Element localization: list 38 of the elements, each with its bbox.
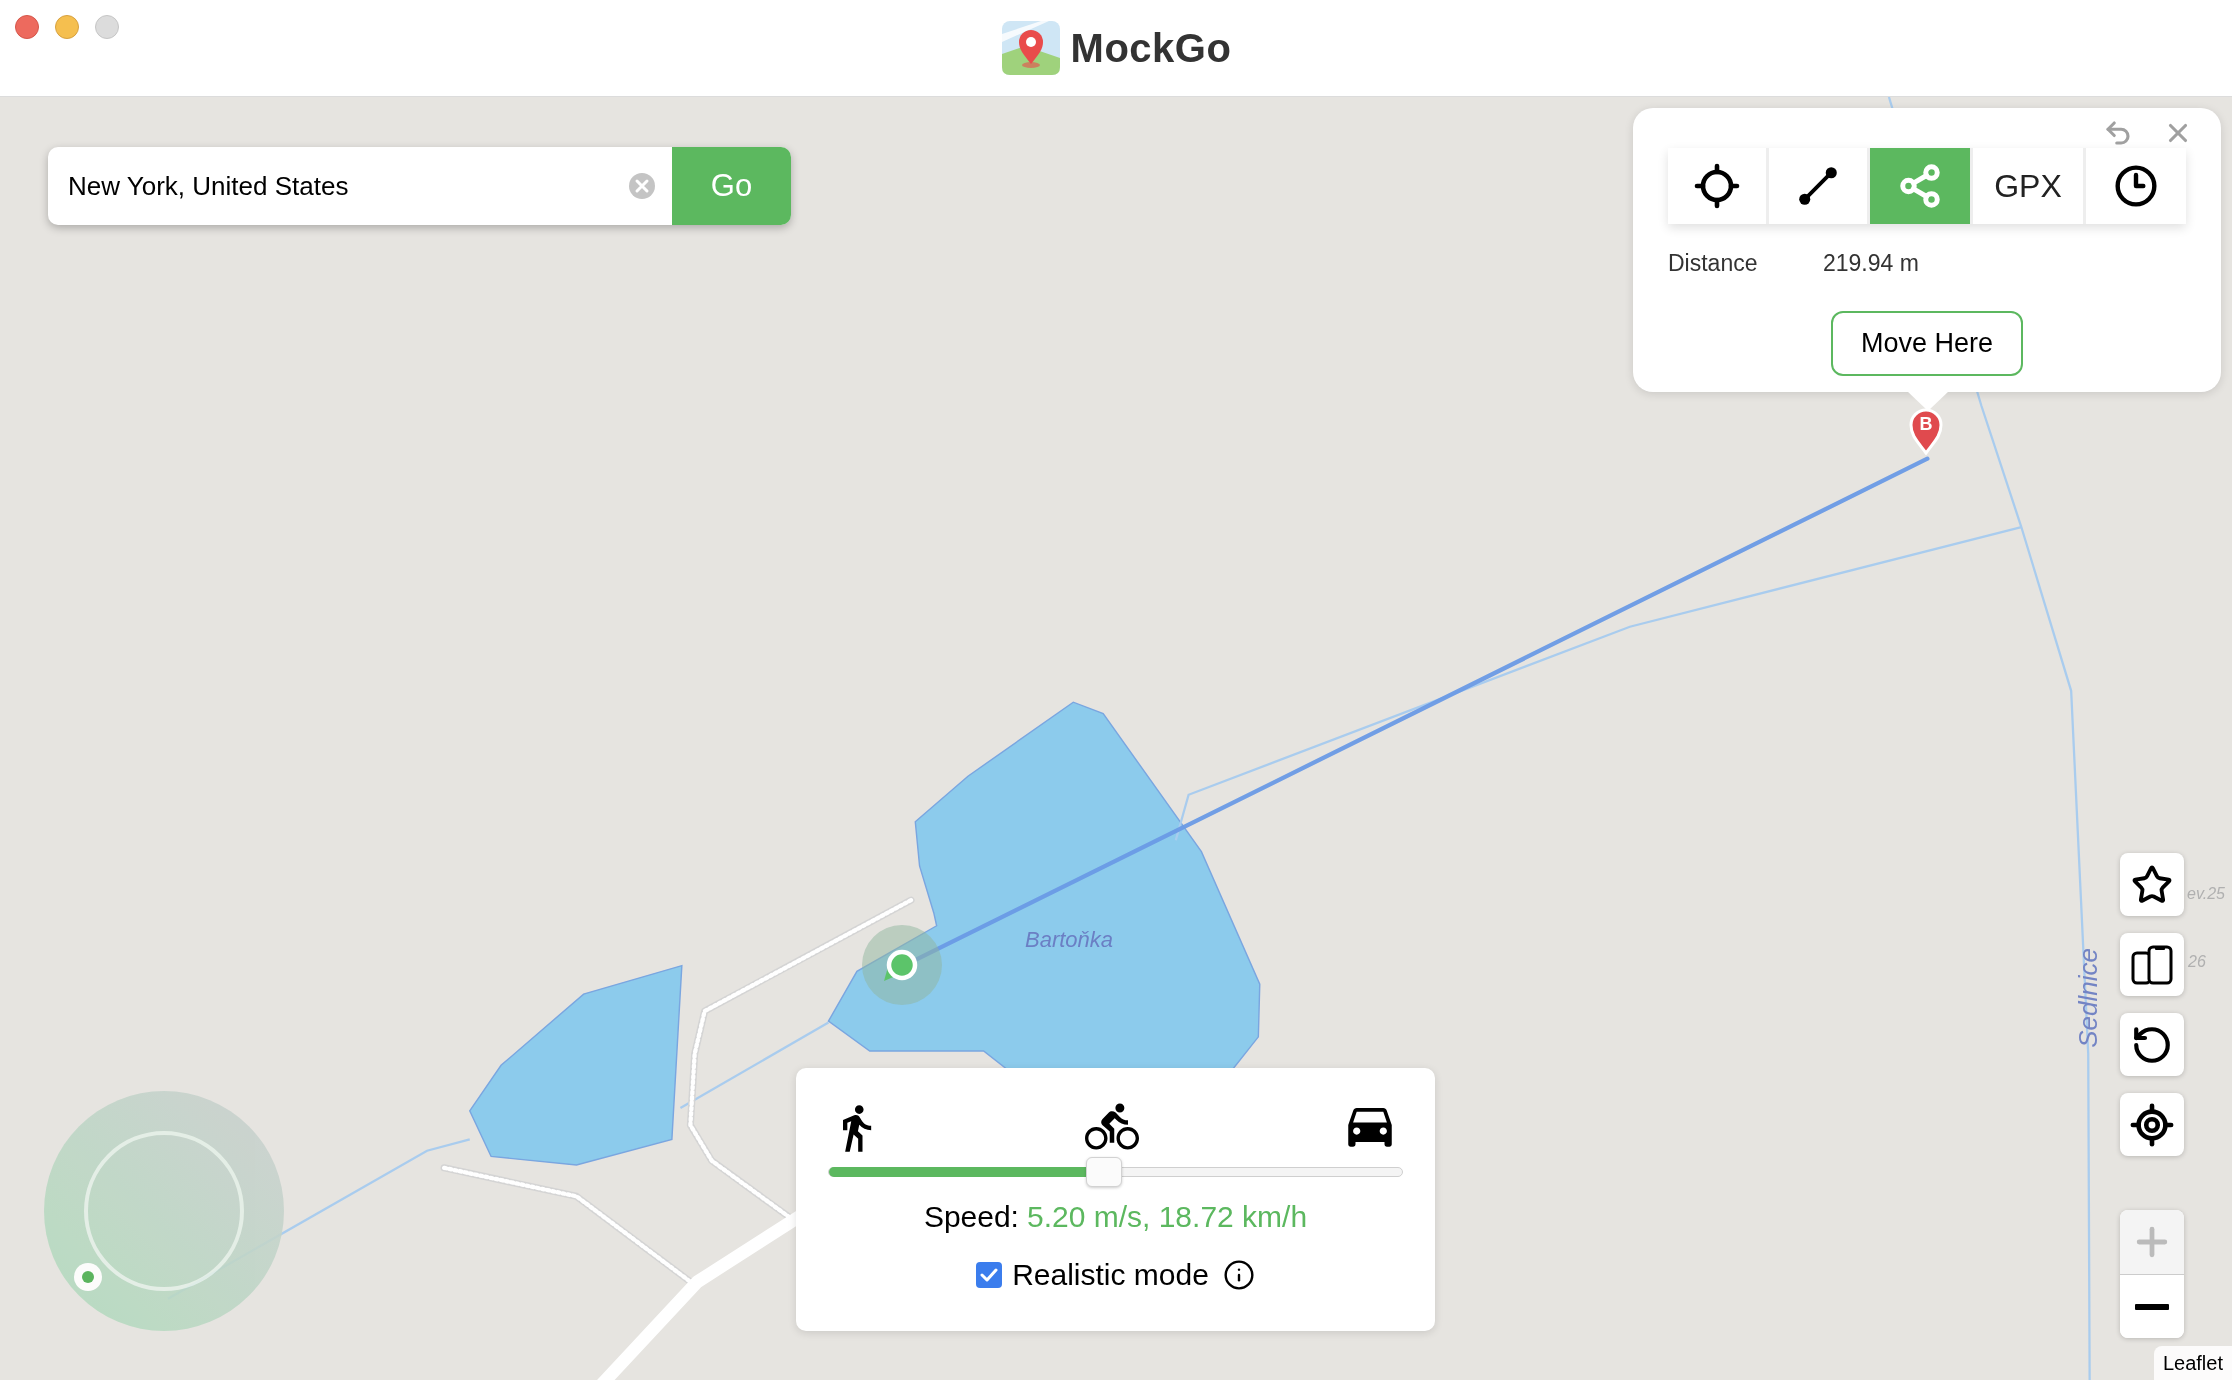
tool-tab[interactable] [1769, 148, 1867, 224]
speed-reading: 5.20 m/s, 18.72 km/h [1026, 1202, 1308, 1232]
app-title: MockGo [1070, 25, 1232, 72]
star-icon [2131, 863, 2173, 906]
location-marker-icon [862, 925, 942, 1005]
logo-icon [1000, 20, 1061, 76]
tool-tab[interactable] [2086, 148, 2186, 224]
tool-tab[interactable] [1668, 148, 1766, 224]
realistic-mode-checkbox[interactable] [976, 1262, 1003, 1288]
crosshair-icon [1693, 162, 1741, 210]
clock-icon [2114, 164, 2158, 208]
minus-icon [2135, 1303, 2169, 1310]
zoom-out-button[interactable] [2120, 1274, 2184, 1338]
check-icon [980, 1268, 999, 1282]
window-minimize-control[interactable] [55, 15, 79, 39]
distance-label: Distance [1668, 249, 1759, 278]
speed-label: Speed: [923, 1202, 1019, 1232]
info-icon[interactable] [1222, 1259, 1255, 1291]
realistic-mode-label: Realistic mode [1012, 1260, 1209, 1290]
locate-button[interactable] [2120, 1093, 2184, 1156]
distance-value: 219.94 m [1823, 249, 1919, 278]
map-pin-icon[interactable] [1908, 407, 1944, 455]
devices-button[interactable] [2120, 933, 2184, 996]
joystick-handle[interactable] [74, 1263, 102, 1291]
attribution-link[interactable]: Leaflet [2153, 1346, 2232, 1380]
map-label: Bartoňka [1025, 929, 1114, 951]
speed-slider-thumb[interactable] [1086, 1157, 1123, 1187]
tool-tab[interactable]: GPX [1973, 148, 2083, 224]
line-segment-icon [1797, 165, 1839, 207]
search-field[interactable]: New York, United States [48, 147, 672, 225]
window-close-control[interactable] [15, 15, 39, 39]
share-icon [1897, 163, 1943, 209]
marker-label: B [1918, 415, 1934, 433]
move-here-button[interactable]: Move Here [1831, 310, 2023, 376]
favorites-button[interactable] [2120, 853, 2184, 916]
map-label: Sedlnice [2075, 948, 2101, 1048]
reset-button[interactable] [2120, 1013, 2184, 1076]
locate-icon [2129, 1101, 2175, 1148]
